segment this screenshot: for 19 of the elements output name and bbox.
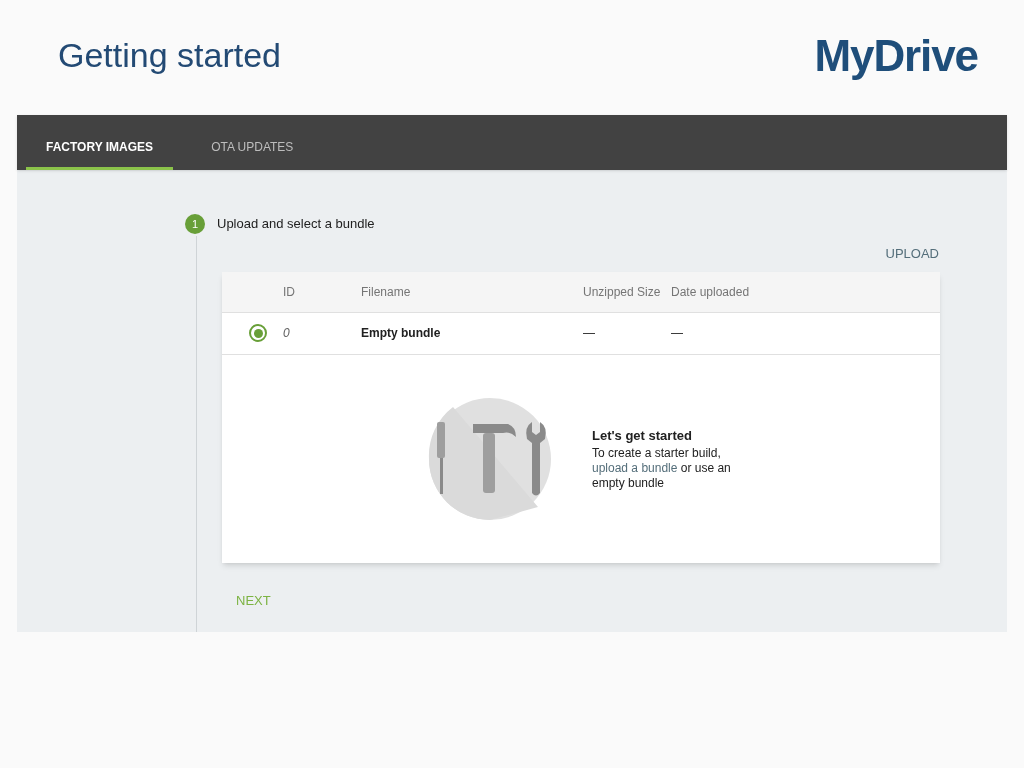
table-cell: Empty bundle	[361, 326, 441, 340]
slide-title: Getting started	[58, 35, 281, 76]
column-header: Date uploaded	[671, 284, 750, 299]
tab[interactable]: FACTORY IMAGES	[26, 126, 174, 170]
logo: MyDrive	[814, 29, 978, 82]
upload-link[interactable]: upload a bundle	[592, 460, 678, 475]
empty-state-message: To create a starter build, upload a bundle or use an empty bundle	[592, 445, 732, 491]
column-header: ID	[283, 284, 295, 299]
column-header: Unzipped Size	[583, 284, 661, 299]
step-number: 1	[185, 214, 205, 234]
table-cell: —	[583, 326, 595, 340]
empty-state-heading: Let's get started	[592, 427, 693, 446]
table-cell: —	[671, 326, 683, 340]
table-cell: 0	[283, 326, 290, 340]
upload-button[interactable]: UPLOAD	[883, 244, 941, 264]
step-title: Upload and select a bundle	[217, 215, 375, 234]
tab[interactable]: OTA UPDATES	[191, 126, 314, 170]
column-header: Filename	[361, 284, 411, 299]
radio-button[interactable]	[249, 324, 267, 342]
